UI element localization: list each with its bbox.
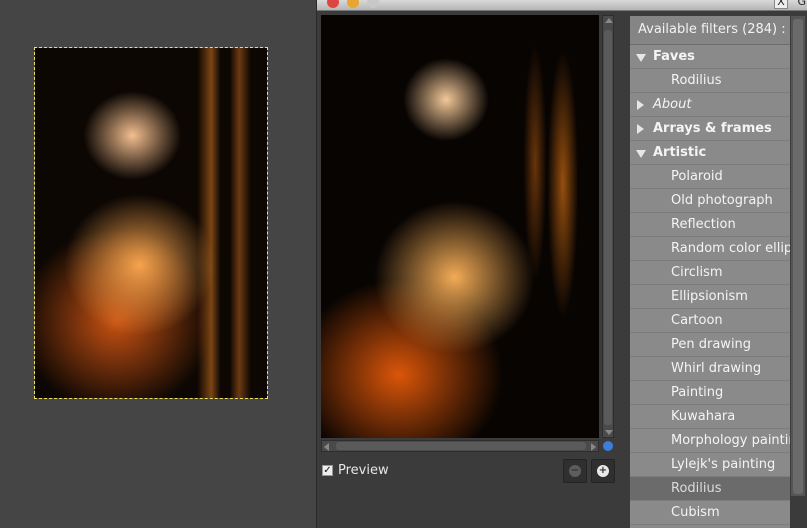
scroll-thumb[interactable]	[604, 30, 612, 425]
scroll-corner-indicator	[603, 441, 613, 451]
preview-checkbox[interactable]: ✓	[322, 465, 333, 476]
maximize-window-button[interactable]	[367, 0, 379, 8]
window-title: G	[797, 0, 806, 8]
collapsed-triangle-icon[interactable]	[637, 124, 644, 134]
filter-category-arrays-frames[interactable]: Arrays & frames	[630, 117, 790, 141]
filter-label: Rodilius	[671, 481, 722, 496]
filters-tree[interactable]: Available filters (284) : Faves Rodilius A…	[630, 16, 790, 528]
filter-category-about[interactable]: About	[630, 93, 790, 117]
preview-image	[321, 15, 599, 438]
filter-label: Painting	[671, 385, 724, 400]
filter-item-polaroid[interactable]: Polaroid	[630, 165, 790, 189]
filter-item-whirl-drawing[interactable]: Whirl drawing	[630, 357, 790, 381]
filter-item-random-color-ellipses[interactable]: Random color ellipses	[630, 237, 790, 261]
zoom-in-button[interactable]: +	[591, 459, 615, 483]
filter-item-old-photograph[interactable]: Old photograph	[630, 189, 790, 213]
filter-label: Faves	[653, 49, 695, 64]
filter-label: Pen drawing	[671, 337, 752, 352]
filter-label: Random color ellipses	[671, 241, 790, 256]
collapsed-triangle-icon[interactable]	[637, 100, 644, 110]
scroll-left-icon[interactable]	[324, 443, 329, 451]
filter-label: About	[653, 97, 692, 112]
filter-label: Cubism	[671, 505, 720, 520]
preview-label: Preview	[338, 463, 389, 478]
filter-label: Artistic	[653, 145, 707, 160]
filter-label: Circlism	[671, 265, 723, 280]
filter-label: Rodilius	[671, 73, 722, 88]
image-selection[interactable]	[34, 47, 268, 399]
filter-item-cubism[interactable]: Cubism	[630, 501, 790, 525]
filter-item-rodilius[interactable]: Rodilius	[630, 477, 790, 501]
filter-item-painting[interactable]: Painting	[630, 381, 790, 405]
preview-toggle[interactable]: ✓ Preview	[322, 463, 389, 478]
filter-category-artistic[interactable]: Artistic	[630, 141, 790, 165]
expanded-triangle-icon[interactable]	[636, 54, 646, 62]
scroll-up-icon[interactable]	[605, 18, 613, 23]
zoom-out-icon: −	[569, 465, 581, 477]
scroll-right-icon[interactable]	[591, 443, 596, 451]
gmic-plugin-window: X G ✓ Preview − + Available filters (284…	[316, 0, 807, 528]
filter-label: Cartoon	[671, 313, 723, 328]
filter-label: Whirl drawing	[671, 361, 762, 376]
scroll-thumb[interactable]	[793, 19, 803, 494]
zoom-in-icon: +	[597, 465, 609, 477]
filter-item-reflection[interactable]: Reflection	[630, 213, 790, 237]
filter-item-morphology-painting[interactable]: Morphology painting	[630, 429, 790, 453]
filter-item-circlism[interactable]: Circlism	[630, 261, 790, 285]
filter-label: Kuwahara	[671, 409, 736, 424]
filter-item-kuwahara[interactable]: Kuwahara	[630, 405, 790, 429]
image-canvas[interactable]	[0, 0, 316, 528]
filter-label: Lylejk's painting	[671, 457, 776, 472]
preview-horizontal-scrollbar[interactable]	[321, 440, 599, 452]
preview-pane[interactable]	[321, 15, 599, 438]
filters-scrollbar[interactable]	[791, 16, 805, 496]
filter-label: Morphology painting	[671, 433, 790, 448]
canvas-photo	[35, 48, 267, 398]
filter-item-pen-drawing[interactable]: Pen drawing	[630, 333, 790, 357]
filter-item-lylejk-s-painting[interactable]: Lylejk's painting	[630, 453, 790, 477]
close-window-button[interactable]	[327, 0, 339, 8]
title-bar: X G	[317, 0, 807, 11]
minimize-window-button[interactable]	[347, 0, 359, 8]
zoom-out-button[interactable]: −	[563, 459, 587, 483]
filter-label: Ellipsionism	[671, 289, 748, 304]
filter-label: Arrays & frames	[653, 121, 772, 136]
filter-label: Old photograph	[671, 193, 773, 208]
filter-category-faves[interactable]: Faves	[630, 45, 790, 69]
scroll-down-icon[interactable]	[605, 430, 613, 435]
filter-label: Reflection	[671, 217, 736, 232]
scroll-thumb[interactable]	[336, 442, 586, 450]
filters-header: Available filters (284) :	[630, 16, 790, 45]
expanded-triangle-icon[interactable]	[636, 150, 646, 158]
x11-icon: X	[774, 0, 788, 9]
preview-vertical-scrollbar[interactable]	[602, 15, 614, 438]
filter-item-cartoon[interactable]: Cartoon	[630, 309, 790, 333]
filter-label: Polaroid	[671, 169, 723, 184]
filter-item-ellipsionism[interactable]: Ellipsionism	[630, 285, 790, 309]
filter-item-rodilius[interactable]: Rodilius	[630, 69, 790, 93]
